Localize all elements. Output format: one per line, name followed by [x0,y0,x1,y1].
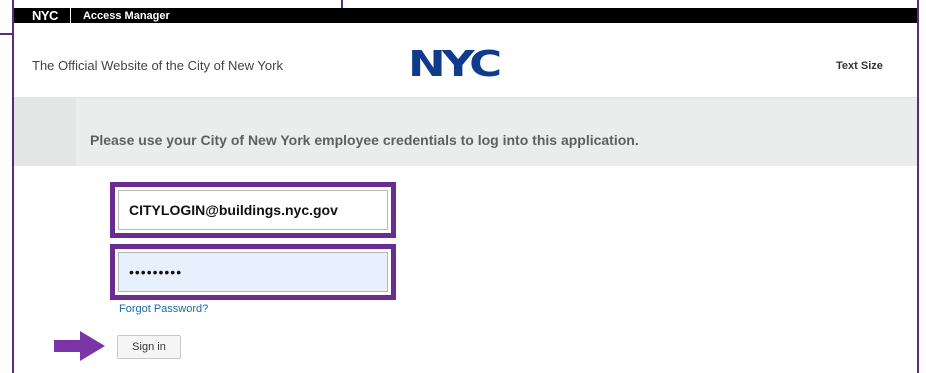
banner-message: Please use your City of New York employe… [90,132,639,148]
site-header: The Official Website of the City of New … [14,23,917,98]
frame-line [0,33,12,35]
topbar-nyc-logo[interactable]: NYC [14,8,71,23]
username-field[interactable] [118,190,388,230]
info-banner: Please use your City of New York employe… [14,98,917,166]
password-field[interactable] [118,252,388,292]
banner-side-block [14,98,76,166]
app-title: Access Manager [82,9,170,22]
frame-line [341,0,343,8]
top-bar: NYC Access Manager [14,8,917,23]
login-form: Forgot Password? Sign in [14,166,917,373]
arrow-right-icon [54,331,105,361]
forgot-password-link[interactable]: Forgot Password? [119,303,208,315]
nyc-logo[interactable]: NYC [408,47,502,83]
sign-in-button[interactable]: Sign in [117,335,181,359]
site-name: The Official Website of the City of New … [32,58,283,73]
frame-line [917,0,919,373]
page: NYC Access Manager The Official Website … [0,0,926,373]
text-size-button[interactable]: Text Size [836,60,883,72]
